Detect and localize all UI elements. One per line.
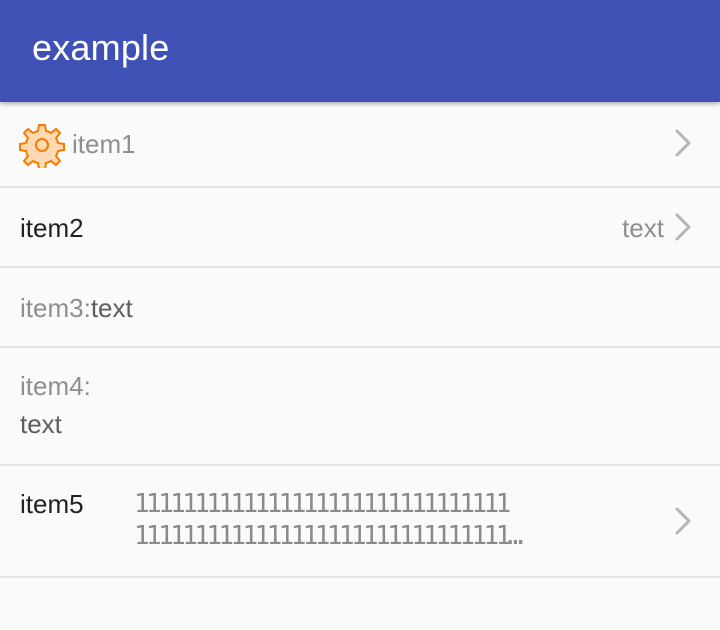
list-item-item5[interactable]: item5 1111111111111111111111111111111 11… bbox=[0, 466, 720, 578]
item3-content: item3:text bbox=[20, 292, 133, 324]
chevron-right-icon bbox=[675, 507, 691, 535]
app-title: example bbox=[32, 27, 170, 68]
chevron-right-icon bbox=[675, 129, 691, 157]
list-item-item3: item3:text bbox=[0, 268, 720, 348]
item3-label: item3: bbox=[20, 293, 91, 323]
list-item-item2[interactable]: item2 text bbox=[0, 188, 720, 268]
gear-icon bbox=[19, 124, 65, 168]
item1-label: item1 bbox=[72, 129, 136, 159]
list-item-item4: item4: text bbox=[0, 348, 720, 466]
item4-label: item4: bbox=[20, 371, 91, 401]
item3-value: text bbox=[90, 293, 133, 323]
item5-value: 1111111111111111111111111111111 11111111… bbox=[134, 488, 664, 552]
list-item-item1[interactable]: item1 bbox=[0, 102, 720, 188]
settings-list: item1 item2 text item3:text item4: text … bbox=[0, 102, 720, 578]
item5-value-line2: 1111111111111111111111111111111… bbox=[134, 521, 523, 551]
item5-label: item5 bbox=[20, 489, 84, 519]
app-bar: example bbox=[0, 0, 720, 102]
chevron-right-icon bbox=[675, 213, 691, 241]
item4-value: text bbox=[20, 409, 62, 439]
item5-value-line1: 1111111111111111111111111111111 bbox=[134, 489, 511, 519]
item2-label: item2 bbox=[20, 213, 84, 243]
item2-value: text bbox=[622, 213, 664, 243]
